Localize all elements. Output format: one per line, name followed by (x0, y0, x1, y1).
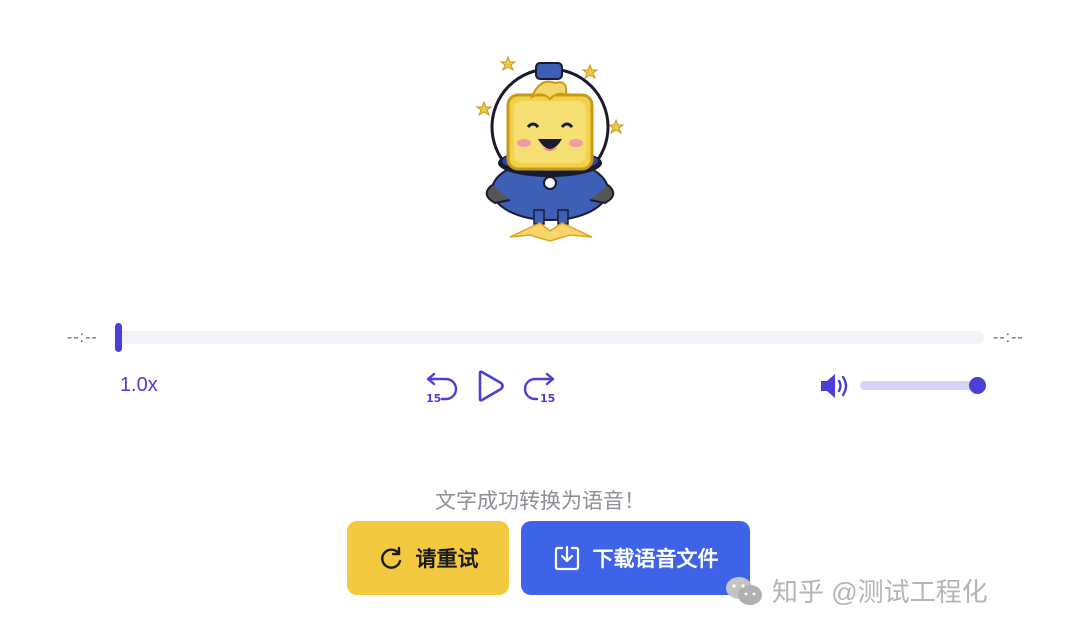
volume-fill (860, 381, 969, 390)
watermark: 知乎 @测试工程化 (724, 572, 988, 609)
forward-15-button[interactable]: 15 (521, 368, 557, 404)
play-button[interactable] (473, 368, 509, 404)
play-icon (478, 370, 504, 402)
duration-time: --:-- (993, 329, 1024, 346)
download-button-label: 下载语音文件 (592, 547, 719, 571)
rewind-seconds-label: 15 (426, 392, 441, 404)
volume-handle[interactable] (969, 377, 986, 394)
rewind-15-button[interactable]: 15 (424, 368, 460, 404)
retry-button-label: 请重试 (415, 547, 479, 571)
watermark-text: 知乎 @测试工程化 (772, 577, 988, 607)
forward-15-icon: 15 (523, 372, 555, 404)
current-time: --:-- (67, 329, 98, 346)
progress-bar[interactable] (116, 331, 984, 344)
rewind-15-icon: 15 (426, 372, 458, 404)
volume-slider[interactable] (860, 381, 978, 390)
download-button[interactable]: 下载语音文件 (521, 521, 750, 595)
playback-speed-button[interactable]: 1.0x (120, 374, 158, 397)
status-message: 文字成功转换为语音！ (435, 489, 645, 513)
astronaut-mascot-illustration (470, 55, 630, 245)
volume-icon (821, 374, 848, 398)
refresh-icon (380, 546, 401, 569)
download-icon (554, 545, 579, 571)
retry-button[interactable]: 请重试 (347, 521, 509, 595)
wechat-icon (726, 576, 762, 605)
progress-handle[interactable] (115, 323, 122, 352)
forward-seconds-label: 15 (540, 392, 555, 404)
volume-button[interactable] (818, 371, 852, 401)
